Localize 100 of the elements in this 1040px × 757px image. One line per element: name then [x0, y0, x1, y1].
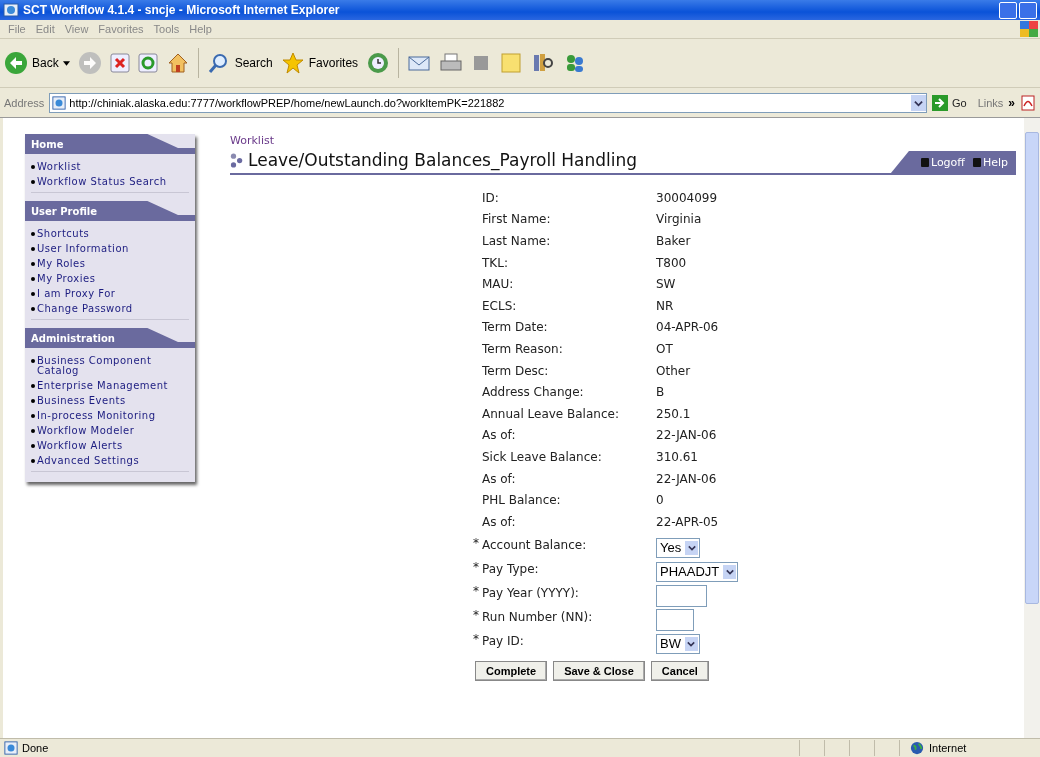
address-label: Address	[4, 97, 45, 109]
bullet-icon	[31, 277, 35, 281]
sidebar-section-header: Home	[25, 134, 195, 154]
field-value: B	[656, 385, 665, 400]
field-label: MAU:	[481, 276, 515, 294]
field-value: 250.1	[656, 406, 691, 421]
dropdown-caret-icon	[684, 636, 698, 651]
sidebar-link[interactable]: Shortcuts	[37, 229, 90, 239]
sidebar-link[interactable]: Business Events	[37, 396, 126, 406]
scrollbar[interactable]	[1024, 118, 1040, 738]
maximize-button[interactable]	[1019, 1, 1037, 19]
sidebar-link[interactable]: Business Component Catalog	[37, 356, 189, 376]
back-button[interactable]: Back	[4, 51, 70, 75]
field-value: NR	[656, 298, 674, 313]
field-label: Address Change:	[481, 384, 585, 402]
windows-logo-icon	[1020, 21, 1038, 37]
field-value: 30004099	[656, 190, 718, 205]
field-value: OT	[656, 341, 673, 356]
sidebar-link[interactable]: In-process Monitoring	[37, 411, 156, 421]
sidebar-link[interactable]: User Information	[37, 244, 129, 254]
header-link[interactable]: Logoff	[920, 156, 965, 169]
bullet-icon	[31, 247, 35, 251]
sidebar-link[interactable]: Workflow Alerts	[37, 441, 123, 451]
sidebar-link[interactable]: Workflow Status Search	[37, 177, 167, 187]
field-label: PHL Balance:	[481, 492, 562, 510]
bullet-icon	[31, 180, 35, 184]
sidebar-link[interactable]: Change Password	[37, 304, 133, 314]
address-field[interactable]: http://chiniak.alaska.edu:7777/workflowPREP/home/newLaunch.do?workItemPK=221882	[49, 93, 927, 113]
input-field[interactable]	[656, 584, 707, 607]
field-label: As of:	[481, 513, 517, 531]
star-icon	[280, 51, 305, 75]
input-field[interactable]	[656, 608, 694, 631]
page-icon	[4, 741, 18, 755]
minimize-button[interactable]	[999, 1, 1017, 19]
sidebar-link[interactable]: Worklist	[37, 162, 81, 172]
sidebar-section-header: Administration	[25, 328, 195, 348]
field-label: TKL:	[481, 254, 509, 272]
form-button[interactable]: Complete	[475, 660, 548, 681]
search-button[interactable]: Search	[206, 51, 273, 75]
field-value: 22-JAN-06	[656, 471, 717, 486]
field-label: * Pay Year (YYYY):	[473, 582, 580, 602]
dots-icon	[230, 151, 244, 169]
field-label: * Account Balance:	[473, 534, 588, 554]
status-text: Done	[0, 741, 799, 755]
field-value: Baker	[656, 234, 691, 248]
bullet-icon	[31, 459, 35, 463]
more-button[interactable]: »	[1008, 96, 1015, 110]
sidebar-link[interactable]: Enterprise Management	[37, 381, 168, 391]
field-label: Term Desc:	[481, 362, 550, 380]
bullet-icon	[31, 444, 35, 448]
page-title: Leave/Outstanding Balances_Payroll Handling	[248, 150, 639, 170]
browser-icon	[3, 2, 19, 18]
field-value: SW	[656, 277, 676, 292]
field-label: As of:	[481, 427, 517, 445]
field-label: ID:	[481, 189, 500, 207]
bullet-icon	[31, 165, 35, 169]
caret-icon	[62, 60, 70, 66]
field-value: 04-APR-06	[656, 320, 719, 335]
dropdown-caret-icon[interactable]	[910, 95, 926, 111]
field-label: * Run Number (NN):	[473, 606, 594, 626]
bullet-icon	[31, 384, 35, 388]
sidebar-link[interactable]: Advanced Settings	[37, 456, 140, 466]
bullet-icon	[31, 359, 35, 363]
bullet-icon	[31, 262, 35, 266]
sidebar-link[interactable]: My Proxies	[37, 274, 96, 284]
breadcrumb-link[interactable]: Worklist	[230, 134, 274, 147]
links-button[interactable]: Links	[977, 97, 1004, 109]
sidebar-section-header: User Profile	[25, 201, 195, 221]
form-button[interactable]: Cancel	[650, 660, 709, 681]
security-zone: Internet	[899, 740, 1040, 756]
select-field[interactable]: PHAADJT	[656, 561, 739, 582]
sidebar-link[interactable]: Workflow Modeler	[37, 426, 135, 436]
bullet-icon	[31, 399, 35, 403]
field-value: Virginia	[656, 212, 702, 227]
field-value: Other	[656, 363, 691, 378]
refresh-icon[interactable]	[137, 53, 158, 73]
go-button[interactable]: Go	[931, 95, 967, 111]
go-arrow-icon	[931, 95, 948, 111]
form-button[interactable]: Save & Close	[553, 660, 645, 681]
sidebar-link[interactable]: My Roles	[37, 259, 86, 269]
field-label: As of:	[481, 470, 517, 488]
field-value: 22-JAN-06	[656, 428, 717, 443]
field-label: Annual Leave Balance:	[481, 405, 620, 423]
sidebar-link[interactable]: I am Proxy For	[37, 289, 116, 299]
globe-icon	[910, 741, 924, 755]
header-link[interactable]: Help	[972, 156, 1008, 169]
favorites-button[interactable]: Favorites	[280, 51, 359, 75]
bullet-icon	[31, 232, 35, 236]
field-label: Term Date:	[481, 319, 549, 337]
field-label: First Name:	[481, 211, 552, 229]
stop-icon[interactable]	[109, 53, 130, 73]
select-field[interactable]: Yes	[656, 537, 701, 558]
history-icon[interactable]	[366, 51, 391, 75]
dropdown-caret-icon	[723, 564, 737, 579]
forward-icon[interactable]	[77, 51, 102, 75]
select-field[interactable]: BW	[656, 633, 700, 654]
field-label: Term Reason:	[481, 340, 564, 358]
page-icon	[52, 96, 67, 110]
dropdown-caret-icon	[685, 540, 699, 555]
field-label: * Pay Type:	[473, 558, 540, 578]
